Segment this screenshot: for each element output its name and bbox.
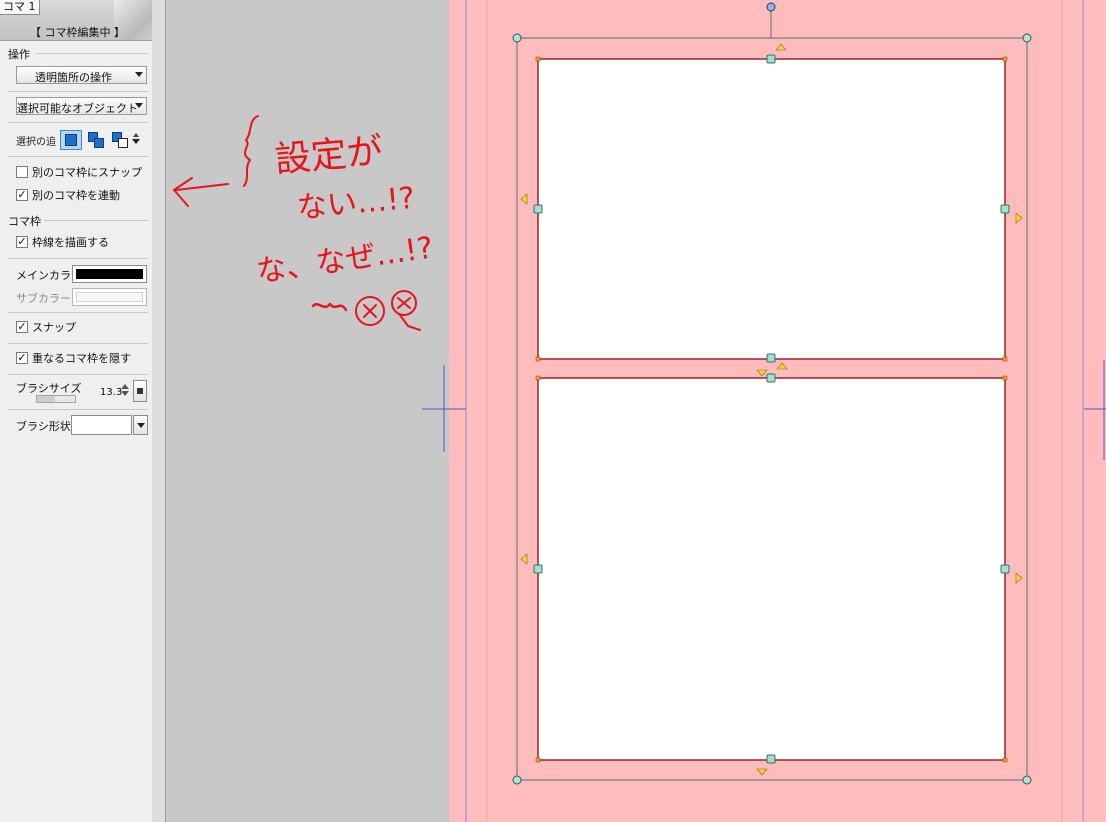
corner-point[interactable] <box>535 757 541 763</box>
corner-handle[interactable] <box>1022 775 1032 785</box>
divider <box>8 258 148 259</box>
selection-new-button[interactable] <box>60 130 82 150</box>
snap-other-frame-checkbox[interactable] <box>16 166 28 178</box>
link-other-frame-checkbox[interactable]: ✓ <box>16 189 28 201</box>
selection-mode-label: 選択の追加 <box>16 137 56 148</box>
selectable-object-dropdown[interactable]: 選択可能なオブジェクト <box>16 97 147 115</box>
divider <box>44 220 148 221</box>
edge-handle[interactable] <box>1000 204 1010 214</box>
divider <box>8 122 148 123</box>
slider-fill <box>37 396 55 402</box>
snap-label: スナップ <box>32 321 76 334</box>
frame-heading: コマ枠 <box>8 215 41 228</box>
panel-scrollbar[interactable] <box>152 0 166 822</box>
brush-shape-dropdown[interactable] <box>133 415 148 435</box>
divider <box>8 91 148 92</box>
link-other-frame-label: 別のコマ枠を連動 <box>32 189 120 202</box>
corner-point[interactable] <box>535 56 541 62</box>
divider <box>8 374 148 375</box>
chevron-up-icon[interactable] <box>121 384 129 389</box>
edge-handle[interactable] <box>1000 564 1010 574</box>
transparent-area-dropdown[interactable]: 透明箇所の操作 <box>16 66 147 84</box>
brush-shape-preview[interactable] <box>71 415 132 435</box>
sub-color-label: サブカラー <box>16 292 71 305</box>
divider <box>8 156 148 157</box>
brush-size-menu-button[interactable] <box>133 380 147 402</box>
sub-color-fill <box>76 292 143 302</box>
edge-handle[interactable] <box>766 373 776 383</box>
chevron-down-icon <box>137 423 145 428</box>
add-selection-icon-part <box>94 138 104 148</box>
dropdown-value: 透明箇所の操作 <box>35 71 112 84</box>
main-color-swatch[interactable] <box>72 265 147 283</box>
snap-other-frame-checkbox-row[interactable]: 別のコマ枠にスナップ <box>16 164 142 180</box>
edge-handle[interactable] <box>533 204 543 214</box>
draw-border-checkbox-row[interactable]: ✓ 枠線を描画する <box>16 234 109 250</box>
brush-size-slider[interactable] <box>36 395 76 403</box>
divider <box>8 312 148 313</box>
selection-subtract-button[interactable] <box>110 130 146 150</box>
chevron-down-icon <box>135 103 143 108</box>
corner-handle[interactable] <box>1022 33 1032 43</box>
edge-handle[interactable] <box>766 754 776 764</box>
snap-checkbox-row[interactable]: ✓ スナップ <box>16 319 76 335</box>
corner-handle[interactable] <box>512 33 522 43</box>
corner-point[interactable] <box>535 375 541 381</box>
draw-border-checkbox[interactable]: ✓ <box>16 236 28 248</box>
dropdown-value: 選択可能なオブジェクト <box>17 102 138 115</box>
brush-size-row: ブラシサイズ 13.3 <box>16 380 150 404</box>
chevron-down-icon <box>135 72 143 77</box>
edit-mode-label: 【 コマ枠編集中 】 <box>30 26 125 39</box>
edge-handle[interactable] <box>766 54 776 64</box>
brush-size-label: ブラシサイズ <box>16 382 82 395</box>
divider <box>36 53 148 54</box>
divider <box>8 409 148 410</box>
corner-point[interactable] <box>535 356 541 362</box>
panel-header: コマ 1 【 コマ枠編集中 】 <box>0 0 162 41</box>
hide-overlap-checkbox[interactable]: ✓ <box>16 352 28 364</box>
subtract-selection-icon-part <box>118 138 128 148</box>
corner-handle[interactable] <box>512 775 522 785</box>
chevron-up-icon <box>133 133 139 137</box>
link-other-frame-checkbox-row[interactable]: ✓ 別のコマ枠を連動 <box>16 187 120 203</box>
brush-shape-label: ブラシ形状 <box>16 420 71 433</box>
selection-add-button[interactable] <box>86 130 108 150</box>
edge-handle[interactable] <box>766 353 776 363</box>
draw-border-label: 枠線を描画する <box>32 236 109 249</box>
corner-point[interactable] <box>1002 56 1008 62</box>
panel-tab[interactable]: コマ 1 <box>0 0 40 15</box>
canvas-area[interactable]: 設定が ない…!? な、なぜ…!? <box>167 0 1106 822</box>
main-color-fill <box>76 269 143 279</box>
snap-checkbox[interactable]: ✓ <box>16 321 28 333</box>
square-icon <box>137 388 143 394</box>
sub-color-swatch[interactable] <box>72 288 147 306</box>
corner-point[interactable] <box>1002 356 1008 362</box>
corner-point[interactable] <box>1002 375 1008 381</box>
comic-panel-top[interactable] <box>537 58 1006 360</box>
hide-overlap-checkbox-row[interactable]: ✓ 重なるコマ枠を隠す <box>16 350 131 366</box>
divider <box>8 343 148 344</box>
comic-panel-bottom[interactable] <box>537 377 1006 761</box>
hide-overlap-label: 重なるコマ枠を隠す <box>32 352 131 365</box>
chevron-down-icon <box>132 139 140 144</box>
tool-property-panel: コマ 1 【 コマ枠編集中 】 操作 透明箇所の操作 選択可能なオブジェクト 選… <box>0 0 162 822</box>
brush-size-value[interactable]: 13.3 <box>100 387 122 398</box>
brush-shape-row: ブラシ形状 <box>16 415 150 435</box>
snap-other-frame-label: 別のコマ枠にスナップ <box>32 166 142 179</box>
brush-size-spinner[interactable] <box>120 382 130 400</box>
rotate-handle[interactable] <box>766 2 776 12</box>
corner-point[interactable] <box>1002 757 1008 763</box>
chevron-down-icon[interactable] <box>121 391 129 396</box>
edge-handle[interactable] <box>533 564 543 574</box>
operation-heading: 操作 <box>8 48 30 61</box>
new-selection-icon <box>65 134 77 146</box>
